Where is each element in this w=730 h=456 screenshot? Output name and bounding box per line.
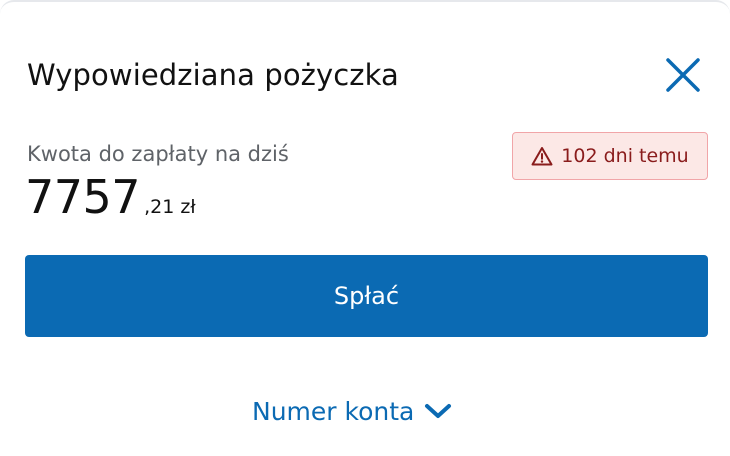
amount-due: 7757 ,21 zł [25, 170, 196, 224]
chevron-down-icon [425, 404, 452, 418]
pay-button[interactable]: Spłać [25, 255, 708, 337]
dialog-title: Wypowiedziana pożyczka [27, 58, 399, 92]
amount-integer: 7757 [25, 170, 141, 224]
overdue-badge-text: 102 dni temu [561, 145, 689, 167]
overdue-badge: 102 dni temu [512, 132, 708, 180]
close-button[interactable] [662, 54, 704, 96]
account-number-toggle[interactable]: Numer konta [252, 392, 452, 430]
close-icon [666, 58, 700, 92]
loan-dialog: Wypowiedziana pożyczka Kwota do zapłaty … [0, 0, 730, 456]
amount-decimal: ,21 zł [144, 196, 196, 218]
pay-button-label: Spłać [333, 282, 400, 310]
amount-label: Kwota do zapłaty na dziś [27, 142, 289, 166]
warning-icon [531, 147, 553, 166]
account-number-label: Numer konta [252, 396, 415, 426]
